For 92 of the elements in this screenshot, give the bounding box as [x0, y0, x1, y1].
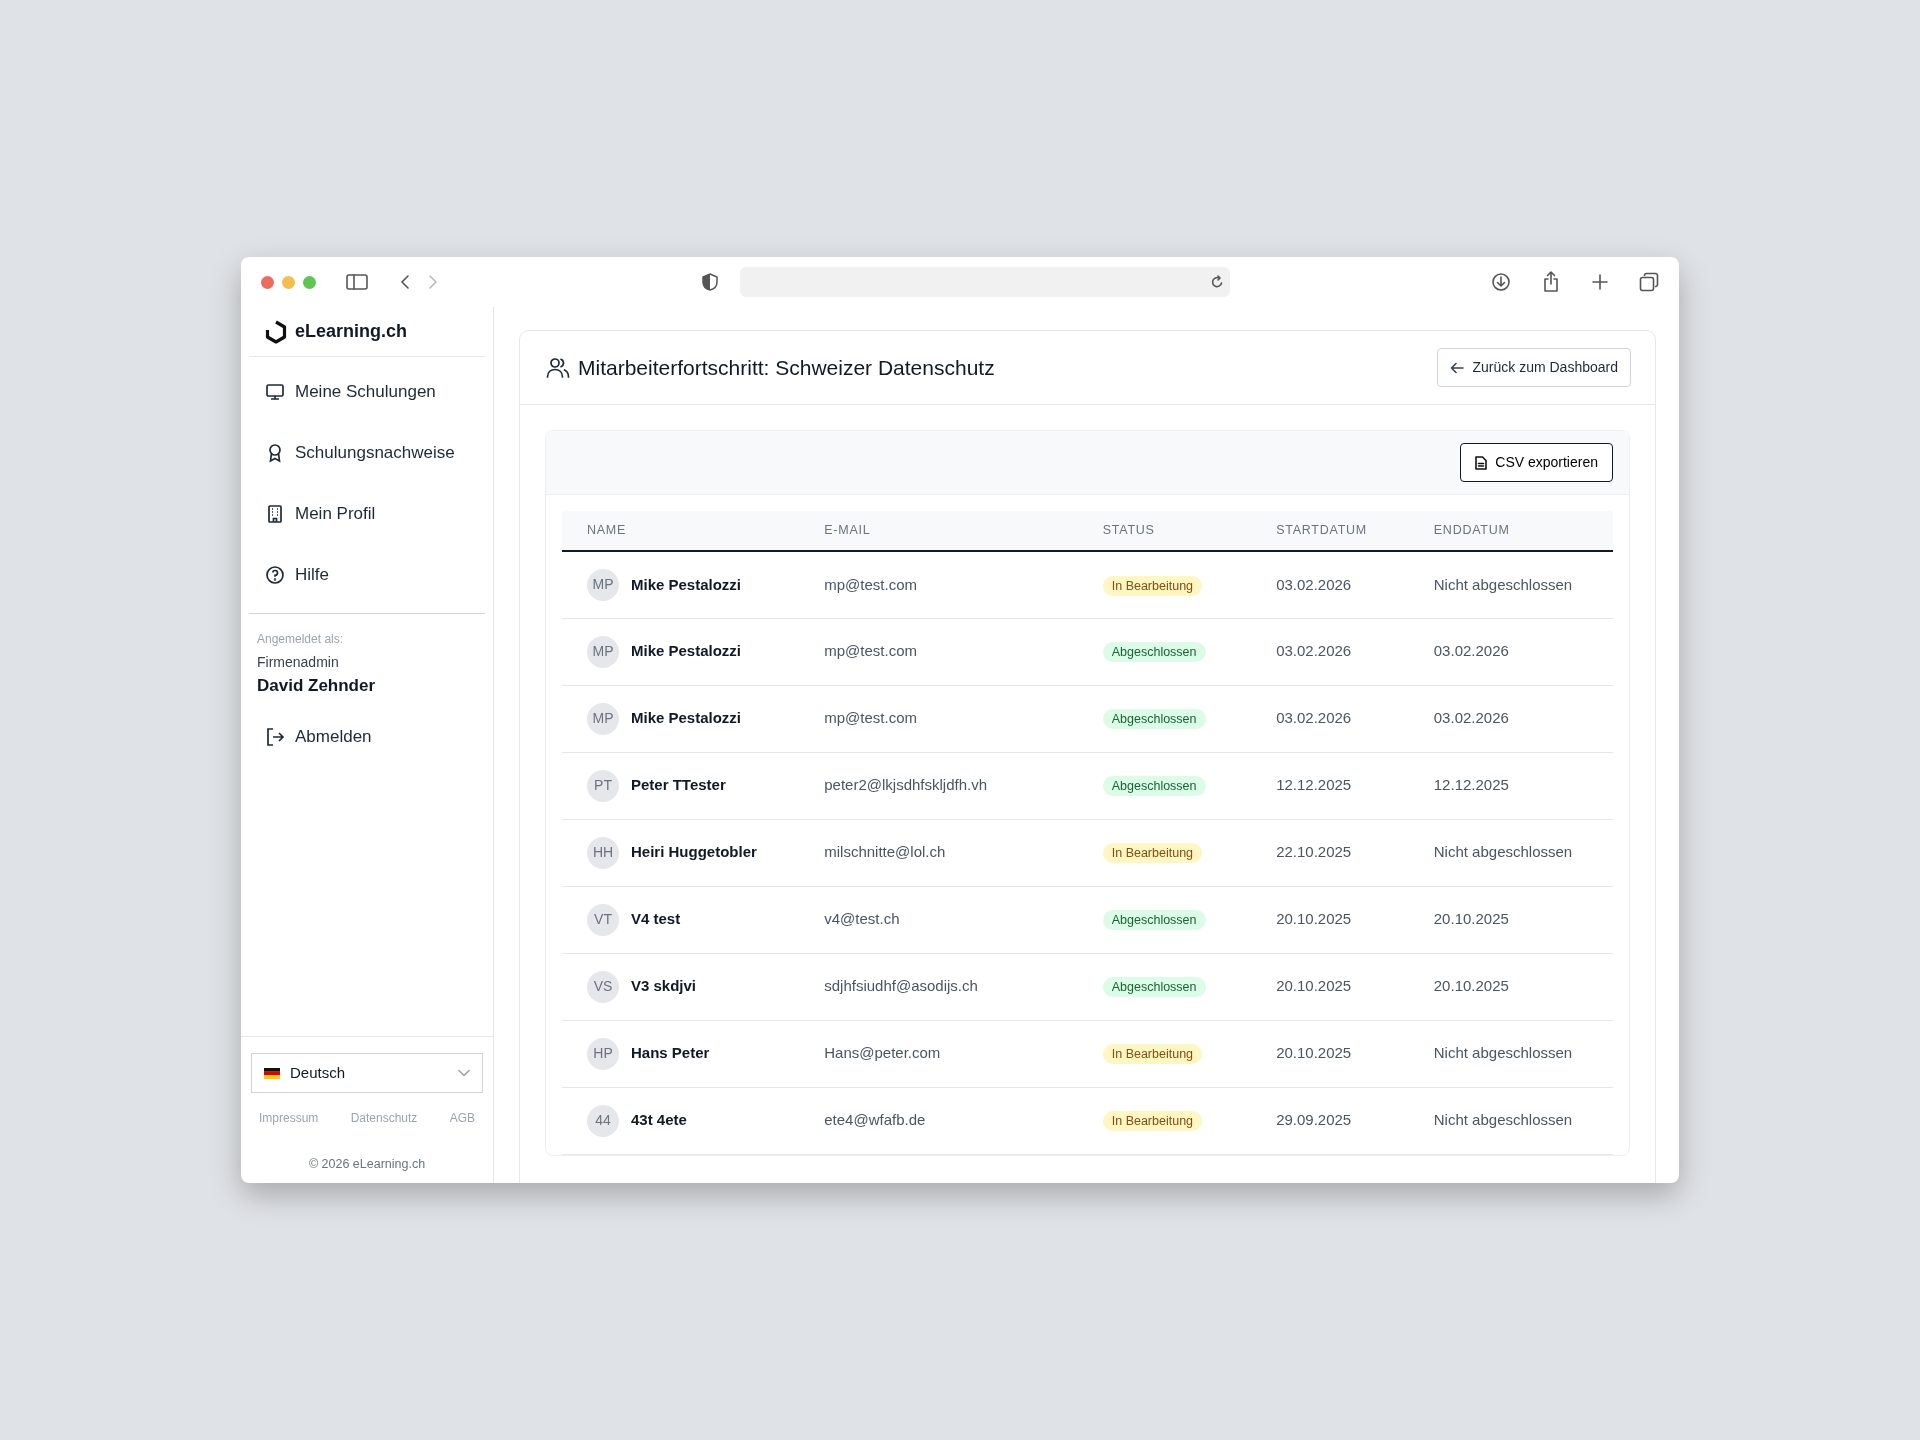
- end-date-cell: 12.12.2025: [1433, 776, 1509, 794]
- employee-name: V3 skdjvi: [631, 976, 697, 997]
- employee-name: Hans Peter: [631, 1043, 710, 1064]
- avatar: HP: [587, 1037, 619, 1070]
- avatar: PT: [587, 769, 619, 802]
- tabs-overview-icon[interactable]: [1639, 272, 1659, 292]
- start-date-cell: 20.10.2025: [1276, 1044, 1352, 1062]
- email-cell: Hans@peter.com: [824, 1044, 941, 1062]
- users-icon: [546, 356, 570, 379]
- avatar: VS: [587, 970, 619, 1003]
- help-icon: [265, 564, 285, 585]
- logout-link[interactable]: Abmelden: [249, 706, 485, 768]
- back-to-dashboard-button[interactable]: Zurück zum Dashboard: [1437, 348, 1631, 387]
- status-badge: Abgeschlossen: [1102, 709, 1206, 730]
- logout-icon: [265, 727, 285, 747]
- avatar: HH: [587, 836, 619, 869]
- start-date-cell: 12.12.2025: [1276, 776, 1352, 794]
- avatar: 44: [587, 1104, 619, 1137]
- start-date-cell: 29.09.2025: [1276, 1111, 1352, 1129]
- email-cell: peter2@lkjsdhfskljdfh.vh: [824, 776, 988, 794]
- sidebar-item[interactable]: Mein Profil: [249, 483, 485, 544]
- start-date-cell: 03.02.2026: [1276, 709, 1352, 727]
- back-icon[interactable]: [398, 273, 412, 291]
- end-date-cell: 20.10.2025: [1433, 910, 1509, 928]
- email-cell: ete4@wfafb.de: [824, 1111, 926, 1129]
- sidebar-item[interactable]: Meine Schulungen: [249, 361, 485, 422]
- employee-name: Peter TTester: [631, 775, 726, 796]
- email-cell: mp@test.com: [824, 575, 917, 593]
- sidebar-item[interactable]: Schulungsnachweise: [249, 422, 485, 483]
- avatar: MP: [587, 635, 619, 668]
- avatar: MP: [587, 568, 619, 601]
- building-icon: [265, 503, 285, 524]
- new-tab-icon[interactable]: [1591, 273, 1609, 291]
- end-date-cell: 20.10.2025: [1433, 977, 1509, 995]
- end-date-cell: Nicht abgeschlossen: [1433, 843, 1573, 861]
- status-badge: In Bearbeitung: [1102, 575, 1203, 596]
- end-date-cell: 03.02.2026: [1433, 642, 1509, 660]
- csv-export-button[interactable]: CSV exportieren: [1460, 443, 1613, 482]
- status-badge: Abgeschlossen: [1102, 776, 1206, 797]
- employee-name: 43t 4ete: [631, 1110, 687, 1131]
- employee-name: Mike Pestalozzi: [631, 574, 742, 595]
- end-date-cell: Nicht abgeschlossen: [1433, 1044, 1573, 1062]
- column-header: NAME: [562, 511, 815, 551]
- start-date-cell: 20.10.2025: [1276, 977, 1352, 995]
- avatar: MP: [587, 702, 619, 735]
- language-select[interactable]: Deutsch: [251, 1053, 483, 1093]
- copyright-text: © 2026 eLearning.ch: [308, 1157, 426, 1171]
- flag-icon: [264, 1067, 280, 1079]
- status-badge: Abgeschlossen: [1102, 910, 1206, 931]
- email-cell: mp@test.com: [824, 709, 917, 727]
- email-cell: milschnitte@lol.ch: [824, 843, 946, 861]
- status-badge: Abgeschlossen: [1102, 642, 1206, 663]
- employee-name: Heiri Huggetobler: [631, 842, 757, 863]
- start-date-cell: 03.02.2026: [1276, 642, 1352, 660]
- status-badge: Abgeschlossen: [1102, 977, 1206, 998]
- close-window-button[interactable]: [261, 275, 274, 289]
- arrow-left-icon: [1450, 361, 1465, 374]
- employee-name: V4 test: [631, 909, 681, 930]
- monitor-icon: [265, 381, 285, 402]
- email-cell: sdjhfsiudhf@asodijs.ch: [824, 977, 978, 995]
- status-badge: In Bearbeitung: [1102, 1044, 1203, 1065]
- column-header: STATUS: [1092, 511, 1267, 551]
- start-date-cell: 22.10.2025: [1276, 843, 1352, 861]
- avatar: VT: [587, 903, 619, 936]
- email-cell: v4@test.ch: [824, 910, 900, 928]
- start-date-cell: 03.02.2026: [1276, 575, 1352, 593]
- employee-name: Mike Pestalozzi: [631, 708, 742, 729]
- page-title: Mitarbeiterfortschritt: Schweizer Datenschutz: [578, 354, 995, 381]
- reload-icon[interactable]: [1209, 275, 1224, 289]
- status-badge: In Bearbeitung: [1102, 1111, 1203, 1132]
- chevron-down-icon: [458, 1069, 470, 1077]
- user-name: David Zehnder: [257, 675, 377, 697]
- shield-icon[interactable]: [701, 273, 718, 291]
- user-role: Firmenadmin: [257, 653, 340, 672]
- end-date-cell: 03.02.2026: [1433, 709, 1509, 727]
- end-date-cell: Nicht abgeschlossen: [1433, 575, 1573, 593]
- status-badge: In Bearbeitung: [1102, 843, 1203, 864]
- sidebar-item[interactable]: Hilfe: [249, 544, 485, 605]
- sidebar-icon[interactable]: [346, 273, 368, 291]
- start-date-cell: 20.10.2025: [1276, 910, 1352, 928]
- end-date-cell: Nicht abgeschlossen: [1433, 1111, 1573, 1129]
- email-cell: mp@test.com: [824, 642, 917, 660]
- download-icon[interactable]: [1491, 272, 1511, 292]
- signed-in-caption: Angemeldet als:: [257, 631, 345, 648]
- share-icon[interactable]: [1541, 271, 1561, 293]
- column-header: E-MAIL: [814, 511, 1093, 551]
- employee-name: Mike Pestalozzi: [631, 641, 742, 662]
- file-icon: [1475, 455, 1488, 470]
- brand-name[interactable]: eLearning.ch: [295, 318, 408, 345]
- column-header: STARTDATUM: [1266, 511, 1424, 551]
- column-header: ENDDATUM: [1423, 511, 1613, 551]
- logo-icon: [265, 319, 287, 344]
